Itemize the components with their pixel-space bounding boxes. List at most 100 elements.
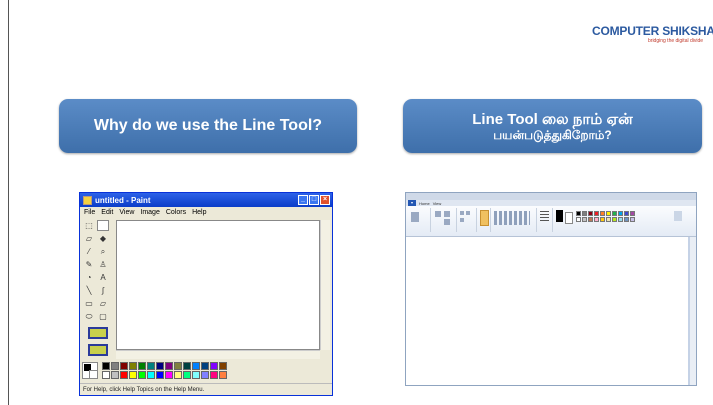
- palette-swatch[interactable]: [147, 371, 155, 379]
- palette-swatch[interactable]: [102, 371, 110, 379]
- polygon-icon[interactable]: ▱: [97, 298, 109, 309]
- drawing-canvas[interactable]: [116, 220, 320, 350]
- ribbon-color-swatch[interactable]: [606, 217, 611, 222]
- palette-swatch[interactable]: [174, 371, 182, 379]
- menu-help[interactable]: Help: [192, 209, 206, 216]
- ribbon-color-swatch[interactable]: [588, 211, 593, 216]
- brush-icon[interactable]: [480, 210, 489, 226]
- fill-icon[interactable]: ◆: [97, 233, 109, 244]
- ribbon-color-swatch[interactable]: [618, 217, 623, 222]
- line-icon[interactable]: ╲: [83, 285, 95, 296]
- palette-swatch[interactable]: [129, 362, 137, 370]
- ribbon-color-swatch[interactable]: [624, 211, 629, 216]
- palette-swatch[interactable]: [120, 362, 128, 370]
- fill-icon[interactable]: [466, 211, 470, 215]
- menu-colors[interactable]: Colors: [166, 209, 186, 216]
- palette-swatch[interactable]: [183, 362, 191, 370]
- paint-classic-title: untitled - Paint: [95, 195, 151, 205]
- text-icon[interactable]: A: [97, 272, 109, 283]
- tab-home[interactable]: Home: [419, 201, 430, 206]
- palette-swatch[interactable]: [165, 362, 173, 370]
- crop-icon[interactable]: [444, 211, 450, 217]
- palette-swatch[interactable]: [165, 371, 173, 379]
- ribbon-color-swatch[interactable]: [600, 217, 605, 222]
- ribbon-color-swatch[interactable]: [612, 211, 617, 216]
- tab-view[interactable]: View: [433, 201, 442, 206]
- menu-file[interactable]: File: [84, 209, 95, 216]
- palette-swatch[interactable]: [201, 362, 209, 370]
- text-icon[interactable]: [460, 218, 464, 222]
- slide-left-border: [8, 0, 9, 405]
- palette-swatch[interactable]: [102, 362, 110, 370]
- ribbon-color-swatch[interactable]: [582, 211, 587, 216]
- palette-swatch[interactable]: [120, 371, 128, 379]
- magnifier-icon[interactable]: ⌕: [97, 246, 109, 257]
- ribbon-color-swatch[interactable]: [624, 217, 629, 222]
- select-icon[interactable]: [97, 220, 109, 231]
- ribbon-color-swatch[interactable]: [630, 211, 635, 216]
- tool-option-2[interactable]: [88, 344, 108, 356]
- ribbon-vertical-scrollbar[interactable]: [690, 237, 696, 385]
- palette-swatch[interactable]: [183, 371, 191, 379]
- paint-ribbon-titlebar[interactable]: [406, 193, 696, 200]
- pencil-icon[interactable]: [460, 211, 464, 215]
- palette-swatch[interactable]: [111, 362, 119, 370]
- ribbon-color-swatch[interactable]: [600, 211, 605, 216]
- tool-option-1[interactable]: [88, 327, 108, 339]
- ribbon-color-swatch[interactable]: [630, 217, 635, 222]
- palette-swatch[interactable]: [156, 362, 164, 370]
- ribbon-color-swatch[interactable]: [618, 211, 623, 216]
- palette-swatch[interactable]: [129, 371, 137, 379]
- palette-swatch[interactable]: [156, 371, 164, 379]
- palette-swatch[interactable]: [147, 362, 155, 370]
- palette-swatch[interactable]: [111, 371, 119, 379]
- rounded-rect-icon[interactable]: ▢: [97, 311, 109, 322]
- ribbon-color-swatch[interactable]: [576, 211, 581, 216]
- maximize-button[interactable]: □: [309, 195, 319, 205]
- size-icon[interactable]: [540, 211, 549, 223]
- close-button[interactable]: ×: [320, 195, 330, 205]
- ribbon-drawing-canvas[interactable]: [406, 237, 688, 385]
- palette-swatch[interactable]: [138, 371, 146, 379]
- palette-swatch[interactable]: [138, 362, 146, 370]
- ribbon-color-swatch[interactable]: [594, 217, 599, 222]
- edit-colors-icon[interactable]: [674, 211, 682, 221]
- color1-icon[interactable]: [556, 210, 563, 222]
- menu-view[interactable]: View: [119, 209, 134, 216]
- ribbon-color-swatch[interactable]: [582, 217, 587, 222]
- palette-swatch[interactable]: [192, 371, 200, 379]
- palette-swatch[interactable]: [210, 362, 218, 370]
- ribbon-color-swatch[interactable]: [612, 217, 617, 222]
- color-picker-icon[interactable]: ⁄: [83, 246, 95, 257]
- menu-image[interactable]: Image: [140, 209, 159, 216]
- pencil-icon[interactable]: ✎: [83, 259, 95, 270]
- color2-icon[interactable]: [565, 212, 573, 224]
- airbrush-icon[interactable]: ◔: [83, 272, 95, 283]
- ribbon-color-swatch[interactable]: [606, 211, 611, 216]
- ribbon-color-swatch[interactable]: [594, 211, 599, 216]
- curve-icon[interactable]: ∫: [97, 285, 109, 296]
- select-icon[interactable]: [435, 211, 441, 217]
- shapes-gallery-icon[interactable]: [494, 211, 530, 225]
- paint-classic-titlebar[interactable]: untitled - Paint _ □ ×: [80, 193, 332, 207]
- rectangle-icon[interactable]: ▭: [83, 298, 95, 309]
- palette-swatch[interactable]: [174, 362, 182, 370]
- paint-classic-menubar: File Edit View Image Colors Help: [80, 207, 332, 218]
- resize-icon[interactable]: [444, 219, 450, 225]
- ellipse-icon[interactable]: ⬭: [83, 311, 95, 322]
- ribbon-color-swatch[interactable]: [588, 217, 593, 222]
- brush-icon[interactable]: ♙: [97, 259, 109, 270]
- palette-swatch[interactable]: [210, 371, 218, 379]
- ribbon-color-swatch[interactable]: [576, 217, 581, 222]
- palette-swatch[interactable]: [192, 362, 200, 370]
- free-select-icon[interactable]: ⬚: [83, 220, 95, 231]
- palette-swatch[interactable]: [219, 371, 227, 379]
- eraser-icon[interactable]: ▱: [83, 233, 95, 244]
- paste-icon[interactable]: [411, 212, 419, 222]
- palette-swatch[interactable]: [219, 362, 227, 370]
- minimize-button[interactable]: _: [298, 195, 308, 205]
- vertical-scrollbar[interactable]: [320, 220, 330, 350]
- palette-swatch[interactable]: [201, 371, 209, 379]
- horizontal-scrollbar[interactable]: [116, 350, 320, 359]
- menu-edit[interactable]: Edit: [101, 209, 113, 216]
